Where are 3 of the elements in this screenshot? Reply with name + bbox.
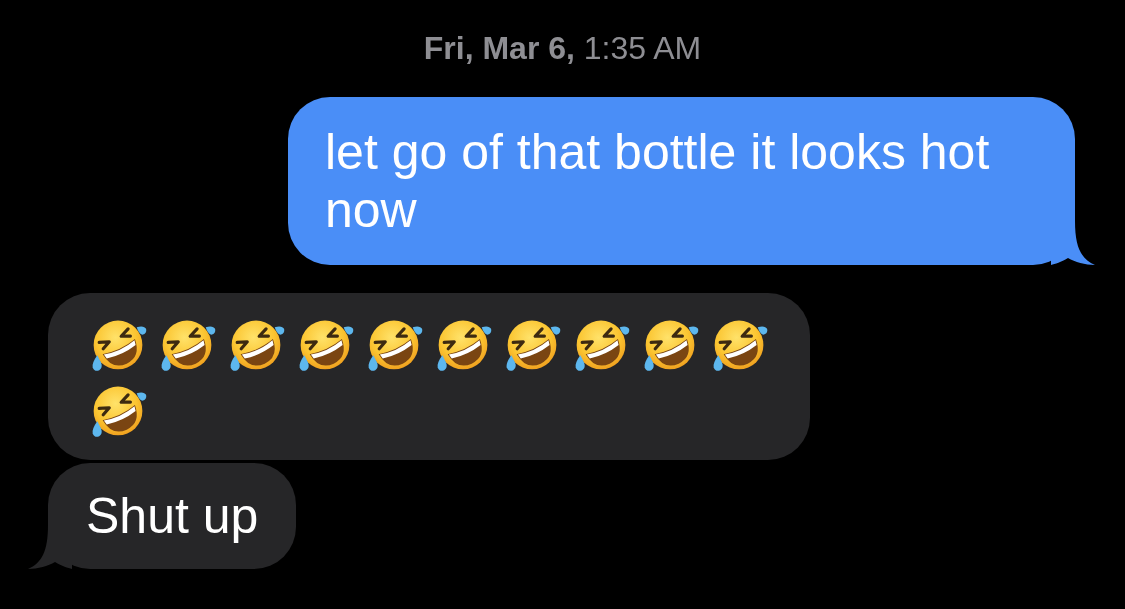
timestamp: Fri, Mar 6, 1:35 AM <box>423 29 702 68</box>
message-text: let go of that bottle it looks hot now <box>325 123 991 239</box>
message-text: Shut up <box>86 487 259 545</box>
